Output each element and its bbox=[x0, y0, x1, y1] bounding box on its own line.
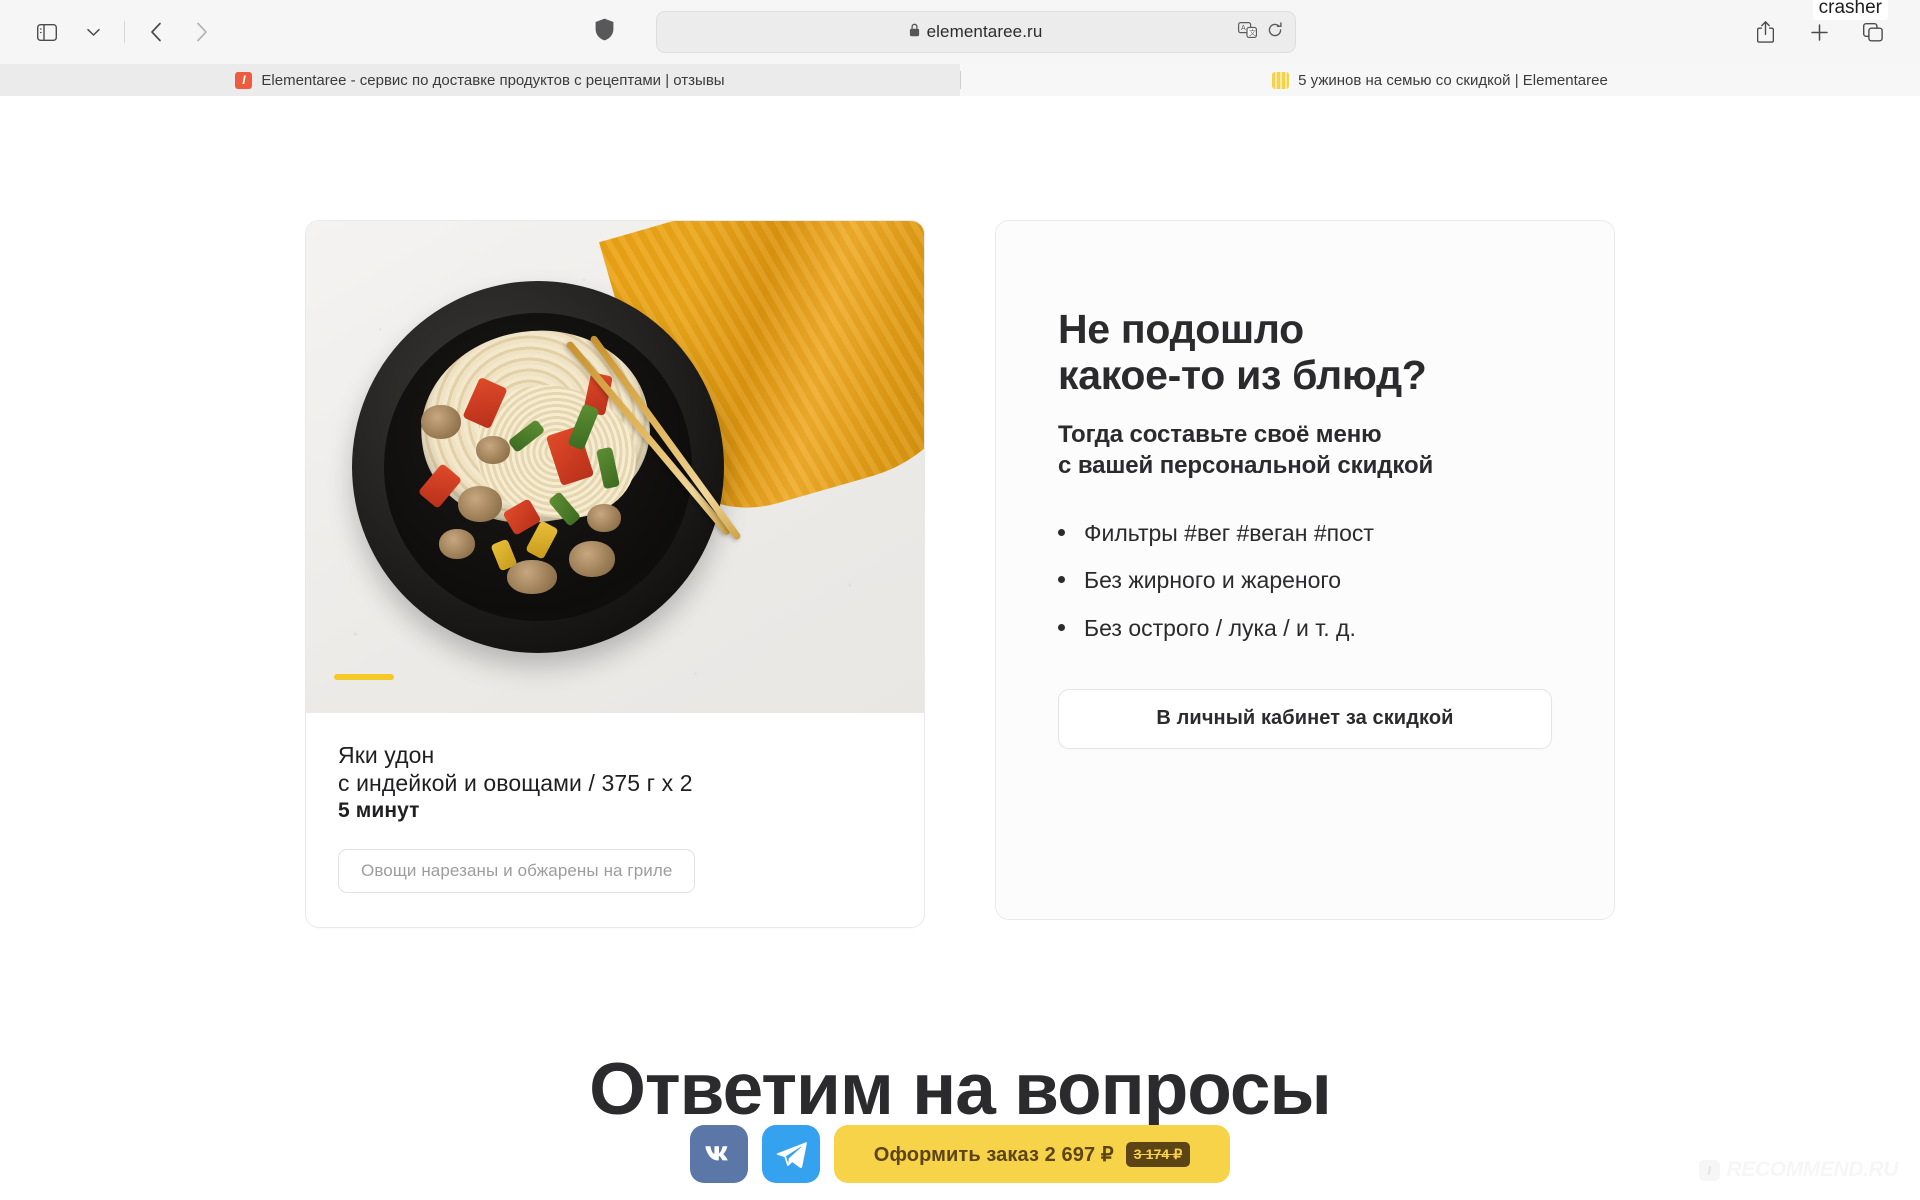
back-button[interactable] bbox=[135, 12, 177, 52]
order-button-label: Оформить заказ 2 697 ₽ bbox=[873, 1143, 1114, 1166]
meat-piece bbox=[568, 541, 615, 578]
watermark-text: RECOMMEND.RU bbox=[1726, 1158, 1899, 1181]
browser-toolbar: elementaree.ru A 文 crasher bbox=[0, 0, 1920, 64]
bullet-icon bbox=[1058, 576, 1065, 584]
order-old-price-badge: 3 174 ₽ bbox=[1125, 1141, 1191, 1167]
dish-title: Яки удон bbox=[338, 742, 435, 768]
elementaree-favicon: I bbox=[235, 71, 253, 89]
dish-cook-time: 5 минут bbox=[338, 799, 420, 823]
promo-subheading: Тогда составьте своё меню с вашей персон… bbox=[1058, 419, 1552, 481]
faq-section-heading: Ответим на вопросы bbox=[589, 1049, 1332, 1131]
meat-piece bbox=[587, 504, 622, 533]
meat-piece bbox=[507, 559, 558, 594]
browser-tab[interactable]: 5 ужинов на семью со скидкой | Elementar… bbox=[960, 64, 1920, 96]
toolbar-center: elementaree.ru A 文 bbox=[223, 11, 1728, 53]
forward-button[interactable] bbox=[181, 12, 223, 52]
tab-title: 5 ужинов на семью со скидкой | Elementar… bbox=[1298, 71, 1608, 89]
translate-icon[interactable]: A 文 bbox=[1237, 21, 1257, 43]
bullet-icon bbox=[1058, 623, 1065, 631]
irecommend-badge-icon: I bbox=[1698, 1159, 1720, 1181]
accent-bar bbox=[334, 674, 394, 680]
order-button[interactable]: Оформить заказ 2 697 ₽ 3 174 ₽ bbox=[834, 1125, 1230, 1183]
toolbar-left-controls bbox=[26, 12, 223, 52]
promo-subheading-line-1: Тогда составьте своё меню bbox=[1058, 420, 1382, 448]
watermark: I RECOMMEND.RU bbox=[1698, 1158, 1899, 1182]
promo-subheading-line-2: с вашей персональной скидкой bbox=[1058, 451, 1434, 479]
privacy-shield-icon[interactable] bbox=[595, 18, 614, 46]
dish-info: Яки удон с индейкой и овощами / 375 г х … bbox=[306, 713, 924, 927]
meat-piece bbox=[457, 485, 502, 522]
page-content: Яки удон с индейкой и овощами / 375 г х … bbox=[0, 96, 1920, 1131]
toolbar-right-controls: crasher bbox=[1728, 0, 1894, 52]
list-item-label: Без острого / лука / и т. д. bbox=[1084, 614, 1356, 641]
list-item: Без острого / лука / и т. д. bbox=[1058, 614, 1552, 641]
sidebar-icon[interactable] bbox=[26, 12, 68, 52]
tab-bar: I Elementaree - сервис по доставке проду… bbox=[0, 64, 1920, 96]
cards-row: Яки удон с индейкой и овощами / 375 г х … bbox=[0, 96, 1920, 929]
address-bar[interactable]: elementaree.ru A 文 bbox=[655, 11, 1296, 53]
toolbar-divider bbox=[124, 21, 125, 43]
list-item-label: Без жирного и жареного bbox=[1084, 567, 1342, 594]
telegram-icon[interactable] bbox=[762, 1125, 820, 1183]
list-item: Без жирного и жареного bbox=[1058, 568, 1552, 593]
promo-heading-line-2: какое-то из блюд? bbox=[1058, 352, 1427, 399]
svg-text:文: 文 bbox=[1249, 28, 1256, 37]
url-text: elementaree.ru bbox=[926, 22, 1043, 41]
list-item-label: Фильтры #вег #веган #пост bbox=[1084, 520, 1374, 547]
vk-icon[interactable] bbox=[690, 1125, 748, 1183]
page-viewport: Яки удон с индейкой и овощами / 375 г х … bbox=[0, 96, 1920, 1200]
profile-label[interactable]: crasher bbox=[1812, 0, 1888, 20]
promo-card: Не подошло какое-то из блюд? Тогда соста… bbox=[995, 220, 1615, 920]
promo-heading: Не подошло какое-то из блюд? bbox=[1058, 306, 1552, 399]
share-icon[interactable] bbox=[1744, 12, 1786, 52]
bullet-icon bbox=[1058, 529, 1065, 537]
url-text-wrapper: elementaree.ru bbox=[909, 22, 1043, 42]
meat-piece bbox=[476, 436, 511, 465]
list-item: Фильтры #вег #веган #пост bbox=[1058, 520, 1552, 547]
promo-heading-line-1: Не подошло bbox=[1058, 306, 1304, 352]
bowl-inner bbox=[383, 312, 693, 622]
personal-account-discount-button[interactable]: В личный кабинет за скидкой bbox=[1058, 688, 1552, 749]
browser-tab[interactable]: I Elementaree - сервис по доставке проду… bbox=[0, 64, 960, 96]
chevron-down-icon[interactable] bbox=[72, 12, 114, 52]
address-bar-actions: A 文 bbox=[1237, 21, 1283, 43]
meat-piece bbox=[439, 528, 476, 559]
dish-card[interactable]: Яки удон с индейкой и овощами / 375 г х … bbox=[305, 220, 925, 929]
tab-title: Elementaree - сервис по доставке продукт… bbox=[261, 71, 725, 89]
dish-tag: Овощи нарезаны и обжарены на гриле bbox=[338, 849, 696, 894]
elementaree-stripes-favicon bbox=[1272, 71, 1290, 89]
yaki-udon-bowl-photo bbox=[306, 221, 924, 713]
meat-piece bbox=[420, 405, 461, 440]
reload-icon[interactable] bbox=[1267, 21, 1283, 43]
svg-text:A: A bbox=[1241, 25, 1246, 32]
browser-window: elementaree.ru A 文 crasher I Elementaree… bbox=[0, 0, 1920, 1200]
promo-feature-list: Фильтры #вег #веган #пост Без жирного и … bbox=[1058, 520, 1552, 641]
lock-icon bbox=[909, 22, 920, 42]
dish-subtitle: с индейкой и овощами / 375 г х 2 bbox=[338, 770, 693, 797]
